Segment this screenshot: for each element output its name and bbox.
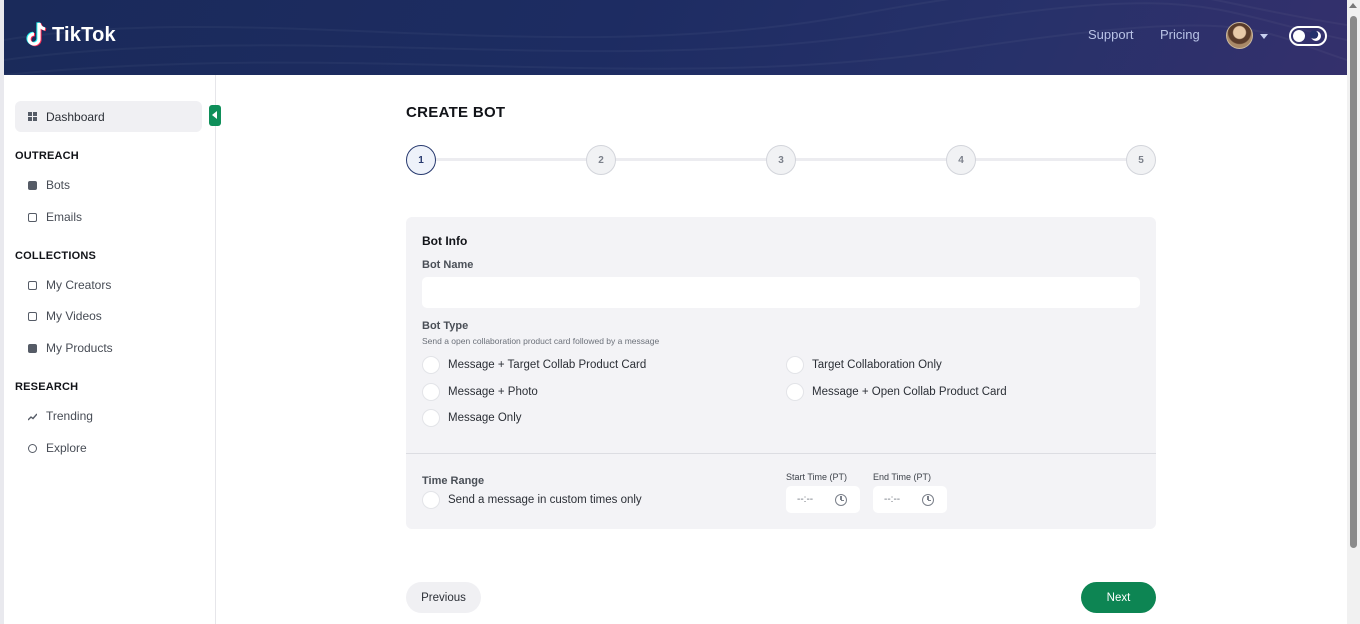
bot-type-option-target-collab-card[interactable]: Message + Target Collab Product Card (422, 356, 646, 374)
sidebar-section-collections: COLLECTIONS (15, 250, 97, 262)
vertical-scrollbar[interactable] (1347, 0, 1360, 624)
end-time-label: End Time (PT) (873, 472, 932, 482)
sidebar-item-my-products[interactable]: My Products (28, 341, 113, 355)
globe-icon (28, 443, 37, 453)
sidebar: Dashboard OUTREACH Bots Emails COLLECTIO… (4, 75, 216, 624)
start-time-value: --:-- (797, 494, 814, 505)
clock-icon[interactable] (835, 493, 848, 506)
nav-support-link[interactable]: Support (1088, 27, 1134, 42)
sidebar-item-my-creators[interactable]: My Creators (28, 278, 111, 292)
radio-button[interactable] (422, 383, 440, 401)
sidebar-item-label: Explore (46, 441, 87, 455)
brand-name: TikTok (52, 23, 116, 46)
radio-button[interactable] (786, 383, 804, 401)
header-wave-pattern (4, 0, 1347, 75)
sidebar-item-label: Bots (46, 178, 71, 192)
chevron-down-icon[interactable] (1260, 34, 1268, 39)
scrollbar-thumb[interactable] (1350, 16, 1357, 548)
sidebar-item-label: Emails (46, 210, 83, 224)
end-time-value: --:-- (884, 494, 901, 505)
option-label: Message + Target Collab Product Card (448, 359, 647, 371)
previous-button[interactable]: Previous (406, 582, 481, 613)
sidebar-item-my-videos[interactable]: My Videos (28, 309, 102, 323)
bot-type-help: Send a open collaboration product card f… (422, 336, 660, 346)
dashboard-icon (28, 112, 37, 121)
sidebar-item-label: My Products (46, 341, 113, 355)
sidebar-item-bots[interactable]: Bots (28, 178, 70, 192)
bot-type-option-message-only[interactable]: Message Only (422, 409, 522, 427)
clock-icon[interactable] (922, 493, 935, 506)
option-label: Message + Photo (448, 386, 538, 398)
section-divider (406, 453, 1156, 454)
step-1[interactable]: 1 (406, 145, 436, 175)
card-title: Bot Info (422, 234, 468, 248)
option-label: Send a message in custom times only (448, 494, 642, 506)
radio-button[interactable] (422, 409, 440, 427)
creators-icon (28, 280, 37, 290)
radio-button[interactable] (422, 356, 440, 374)
radio-button[interactable] (786, 356, 804, 374)
bot-name-label: Bot Name (422, 259, 474, 271)
products-icon (28, 343, 37, 353)
bot-type-label: Bot Type (422, 320, 469, 332)
step-2[interactable]: 2 (586, 145, 616, 175)
start-time-label: Start Time (PT) (786, 472, 848, 482)
bot-type-option-target-collab-only[interactable]: Target Collaboration Only (786, 356, 942, 374)
checkbox[interactable] (422, 491, 440, 509)
nav-pricing-link[interactable]: Pricing (1160, 27, 1200, 42)
bot-type-option-open-collab-card[interactable]: Message + Open Collab Product Card (786, 383, 1007, 401)
sidebar-item-label: My Creators (46, 278, 112, 292)
video-icon (28, 311, 37, 321)
custom-times-option[interactable]: Send a message in custom times only (422, 491, 642, 509)
bot-name-input[interactable] (422, 277, 1140, 308)
sidebar-item-trending[interactable]: Trending (28, 409, 93, 423)
next-button[interactable]: Next (1081, 582, 1156, 613)
page-title: CREATE BOT (406, 104, 506, 121)
bot-type-option-message-photo[interactable]: Message + Photo (422, 383, 538, 401)
tiktok-logo-icon (26, 22, 47, 47)
trending-icon (28, 413, 37, 420)
sidebar-item-label: Dashboard (46, 109, 105, 124)
option-label: Target Collaboration Only (812, 359, 942, 371)
sidebar-collapse-button[interactable] (209, 105, 221, 126)
step-5[interactable]: 5 (1126, 145, 1156, 175)
sidebar-section-research: RESEARCH (15, 381, 79, 393)
moon-icon (1310, 30, 1321, 41)
theme-toggle[interactable] (1289, 26, 1327, 46)
toggle-knob (1293, 30, 1305, 42)
sidebar-item-label: Trending (46, 409, 93, 423)
step-4[interactable]: 4 (946, 145, 976, 175)
option-label: Message + Open Collab Product Card (812, 386, 1007, 398)
user-avatar[interactable] (1226, 22, 1253, 49)
scroll-up-arrow-icon[interactable] (1349, 3, 1357, 8)
sidebar-item-explore[interactable]: Explore (28, 441, 87, 455)
sidebar-item-label: My Videos (46, 309, 102, 323)
sidebar-item-emails[interactable]: Emails (28, 210, 82, 224)
bot-info-card: Bot Info Bot Name Bot Type Send a open c… (406, 217, 1156, 529)
sidebar-item-dashboard[interactable]: Dashboard (15, 101, 202, 132)
brand-logo[interactable]: TikTok (24, 21, 116, 49)
step-3[interactable]: 3 (766, 145, 796, 175)
robot-icon (28, 180, 37, 190)
email-icon (28, 212, 37, 222)
end-time-input[interactable]: --:-- (873, 486, 947, 513)
time-range-label: Time Range (422, 475, 485, 487)
top-header: TikTok Support Pricing (4, 0, 1347, 75)
option-label: Message Only (448, 412, 522, 424)
sidebar-section-outreach: OUTREACH (15, 150, 79, 162)
start-time-input[interactable]: --:-- (786, 486, 860, 513)
